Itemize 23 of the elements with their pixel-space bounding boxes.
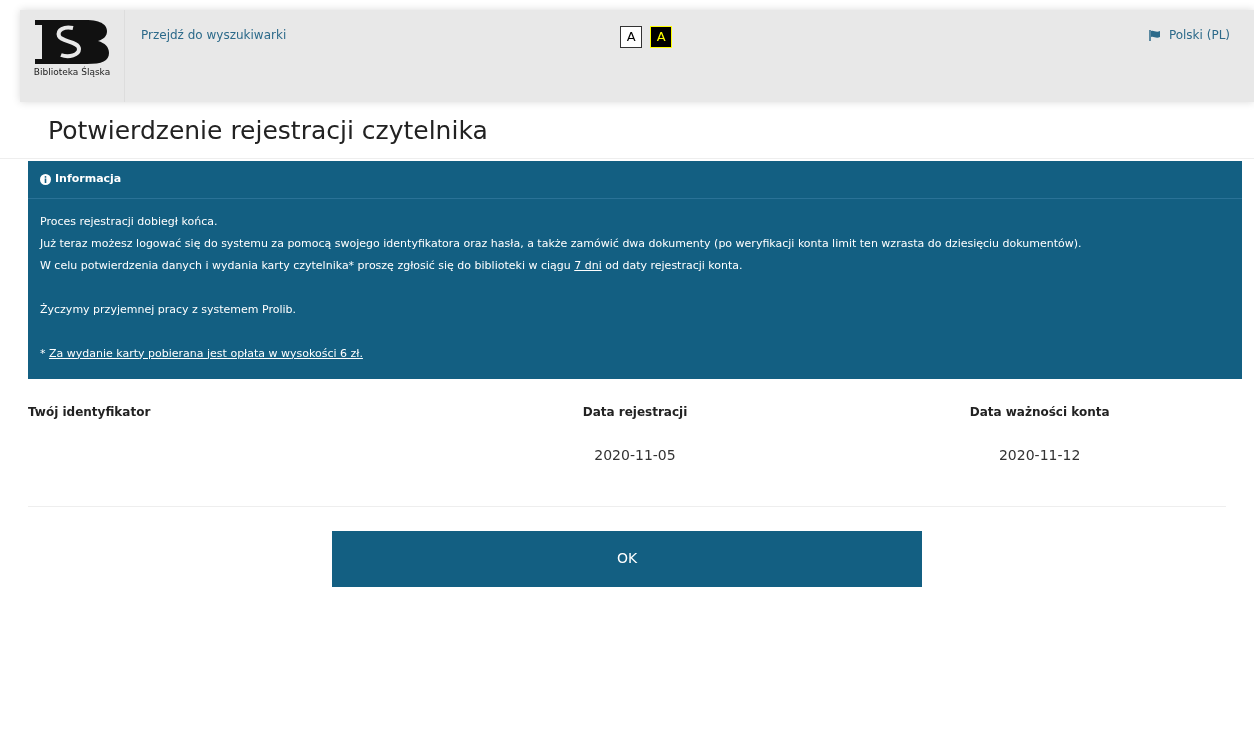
- field-label: Twój identyfikator: [28, 403, 152, 421]
- info-link[interactable]: Za wydanie karty pobierana jest opłata w wysokości 6 zł.: [49, 346, 363, 360]
- flag-icon: [1148, 29, 1161, 41]
- info-text: * Za wydanie karty pobierana jest opłata w wysokości 6 zł.: [40, 345, 364, 362]
- field-label: Data rejestracji: [581, 403, 689, 421]
- info-text: Już teraz możesz logować się do systemu za pomocą swojego identyfikatora oraz hasła, a także zamówić dwa dokumenty (po weryfikacji konta limit ten wzrasta do dziesięciu dokumentów).: [40, 235, 1083, 252]
- language-link[interactable]: Polski (PL): [1148, 26, 1230, 44]
- info-text: Proces rejestracji dobiegł końca.: [40, 213, 219, 230]
- ok-button[interactable]: OK: [332, 530, 922, 587]
- info-text: Życzymy przyjemnej pracy z systemem Prolib.: [40, 301, 298, 318]
- page-title: Potwierdzenie rejestracji czytelnika: [48, 116, 489, 146]
- info-icon: [40, 173, 51, 185]
- field-value: 2020-11-05: [593, 445, 677, 465]
- search-link[interactable]: Przejdź do wyszukiwarki: [141, 26, 287, 44]
- logo-caption: Biblioteka Śląska: [33, 66, 111, 79]
- field-value: 2020-11-12: [997, 445, 1082, 465]
- field-label: Data ważności konta: [968, 403, 1111, 421]
- logo-icon: [33, 18, 111, 66]
- info-text: W celu potwierdzenia danych i wydania karty czytelnika* proszę zgłosić się do biblioteki w ciągu 7 dni od daty rejestracji konta.: [40, 257, 744, 274]
- contrast-button[interactable]: A: [650, 26, 673, 48]
- info-heading: Informacja: [55, 171, 122, 187]
- contrast-button[interactable]: A: [620, 26, 643, 48]
- info-link[interactable]: 7 dni: [574, 258, 602, 272]
